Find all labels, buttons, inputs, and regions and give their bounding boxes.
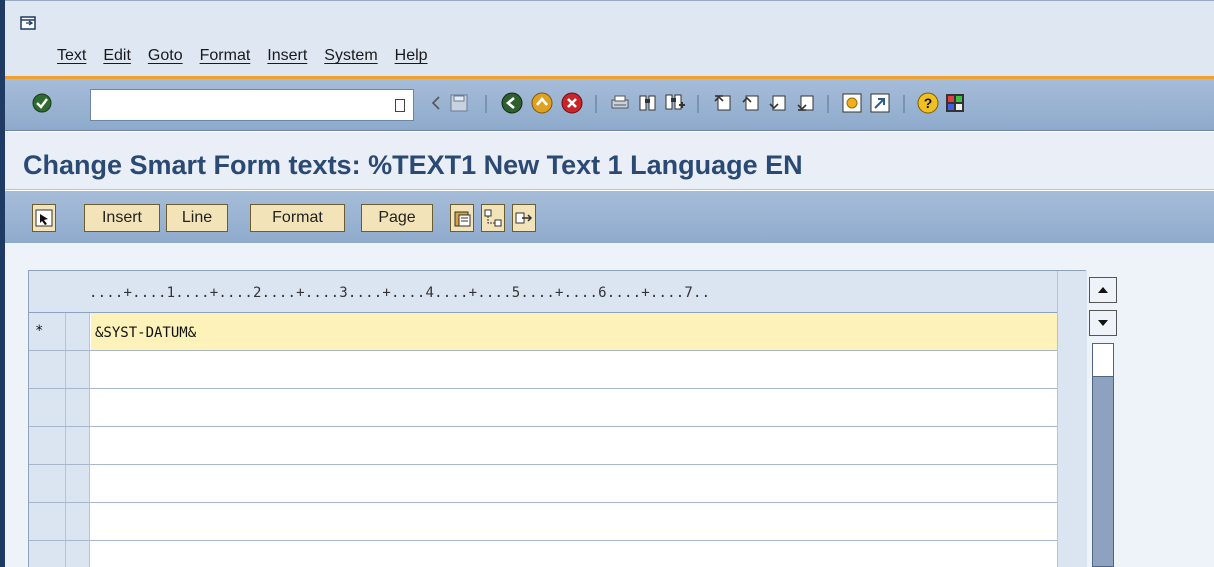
standard-toolbar: ? (5, 79, 1214, 131)
menubar: Text Edit Goto Format Insert System Help (57, 47, 445, 65)
editor-line[interactable]: * &SYST-DATUM& (29, 313, 1087, 351)
toolbar-separator (485, 95, 487, 113)
line-content[interactable] (91, 465, 1057, 502)
back-nav-icon[interactable] (425, 92, 447, 114)
enter-icon[interactable] (31, 92, 53, 114)
menu-system[interactable]: System (324, 47, 377, 65)
structure-button[interactable] (481, 204, 505, 232)
line-content[interactable] (91, 351, 1057, 388)
menu-help[interactable]: Help (395, 47, 428, 65)
line-content[interactable]: &SYST-DATUM& (91, 313, 1057, 350)
editor-line[interactable] (29, 465, 1087, 503)
page-button[interactable]: Page (361, 204, 433, 232)
layout-menu-icon[interactable] (944, 92, 966, 114)
scroll-up-button[interactable] (1089, 277, 1117, 303)
menu-goto[interactable]: Goto (148, 47, 183, 65)
text-editor: ....+....1....+....2....+....3....+....4… (28, 270, 1087, 567)
next-page-icon[interactable] (766, 92, 788, 114)
system-menu-icon[interactable] (20, 16, 36, 30)
shortcut-icon[interactable] (869, 92, 891, 114)
clipboard-icon (454, 211, 471, 227)
toolbar-separator (903, 95, 905, 113)
line-content[interactable] (91, 541, 1057, 567)
scroll-thumb[interactable] (1092, 343, 1114, 377)
arrow-up-icon (1098, 287, 1108, 293)
vertical-scrollbar[interactable] (1089, 277, 1117, 567)
select-button[interactable] (32, 204, 56, 232)
line-content[interactable] (91, 389, 1057, 426)
create-session-icon[interactable] (841, 92, 863, 114)
select-icon (35, 209, 53, 227)
find-next-icon[interactable] (664, 92, 686, 114)
editor-line[interactable] (29, 389, 1087, 427)
line-marker[interactable]: * (35, 323, 43, 339)
exit-icon[interactable] (531, 92, 553, 114)
find-icon[interactable] (637, 92, 659, 114)
ruler: ....+....1....+....2....+....3....+....4… (29, 271, 1087, 313)
menu-edit[interactable]: Edit (103, 47, 131, 65)
editor-line[interactable] (29, 503, 1087, 541)
help-icon[interactable]: ? (917, 92, 939, 114)
toolbar-separator (697, 95, 699, 113)
export-button[interactable] (512, 204, 536, 232)
back-icon[interactable] (501, 92, 523, 114)
scroll-down-button[interactable] (1089, 310, 1117, 336)
editor-line[interactable] (29, 541, 1087, 567)
toolbar-separator (595, 95, 597, 113)
line-content[interactable] (91, 427, 1057, 464)
line-content[interactable] (91, 503, 1057, 540)
menu-text[interactable]: Text (57, 47, 86, 65)
previous-page-icon[interactable] (739, 92, 761, 114)
application-toolbar: Insert Line Format Page (5, 191, 1214, 243)
menu-insert[interactable]: Insert (267, 47, 307, 65)
save-icon[interactable] (448, 92, 470, 114)
menu-format[interactable]: Format (200, 47, 251, 65)
paste-button[interactable] (450, 204, 474, 232)
page-title: Change Smart Form texts: %TEXT1 New Text… (23, 150, 803, 180)
toolbar-separator (827, 95, 829, 113)
last-page-icon[interactable] (794, 92, 816, 114)
first-page-icon[interactable] (711, 92, 733, 114)
export-icon (515, 212, 533, 224)
print-icon[interactable] (609, 92, 631, 114)
menu-area: Text Edit Goto Format Insert System Help (5, 0, 1214, 78)
arrow-down-icon (1098, 320, 1108, 326)
structure-icon (484, 209, 502, 227)
editor-line[interactable] (29, 427, 1087, 465)
command-history-icon[interactable] (395, 99, 405, 112)
insert-button[interactable]: Insert (84, 204, 160, 232)
line-button[interactable]: Line (166, 204, 228, 232)
cancel-icon[interactable] (561, 92, 583, 114)
format-button[interactable]: Format (250, 204, 345, 232)
title-bar: Change Smart Form texts: %TEXT1 New Text… (5, 132, 1214, 190)
svg-text:?: ? (924, 95, 933, 111)
ruler-scale: ....+....1....+....2....+....3....+....4… (89, 285, 711, 301)
editor-line[interactable] (29, 351, 1087, 389)
editor-right-margin (1057, 271, 1087, 567)
command-field[interactable] (90, 89, 414, 121)
